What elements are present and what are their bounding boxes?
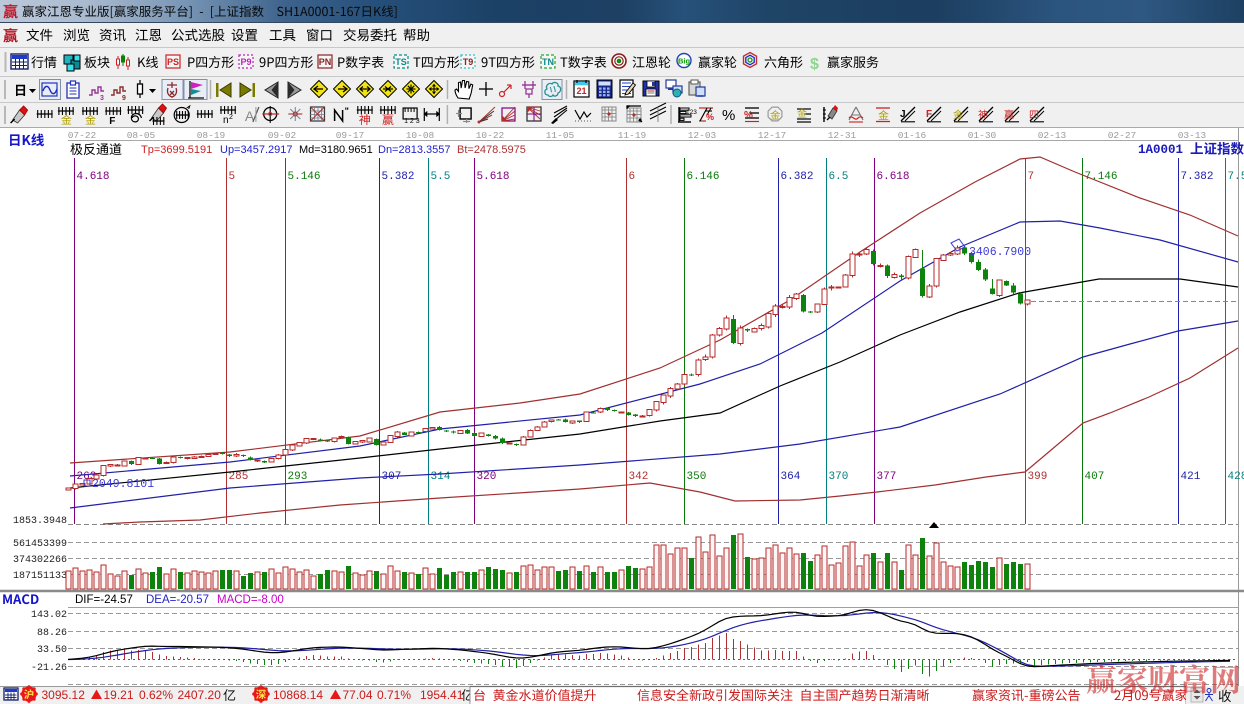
svg-text:Md=3180.9651: Md=3180.9651: [299, 144, 373, 156]
svg-text:6.146: 6.146: [687, 171, 720, 183]
svg-text:07-22: 07-22: [68, 130, 97, 141]
svg-text:02-13: 02-13: [1038, 130, 1067, 141]
svg-text:4.618: 4.618: [77, 171, 110, 183]
svg-text:374302266: 374302266: [13, 555, 67, 566]
svg-text:342: 342: [629, 471, 649, 483]
svg-text:01-16: 01-16: [898, 130, 927, 141]
svg-text:MACD=-8.00: MACD=-8.00: [217, 594, 284, 606]
svg-text:7.5: 7.5: [1228, 171, 1244, 183]
svg-text:6: 6: [629, 171, 636, 183]
svg-text:7.382: 7.382: [1181, 171, 1214, 183]
svg-text:n: n: [223, 115, 229, 126]
svg-text:407: 407: [1085, 471, 1105, 483]
svg-text:12-03: 12-03: [688, 130, 717, 141]
svg-text:-21.26: -21.26: [31, 663, 67, 674]
svg-text:%: %: [744, 110, 753, 121]
svg-text:364: 364: [781, 471, 801, 483]
svg-text:%: %: [706, 112, 714, 122]
svg-text:3406.7900: 3406.7900: [969, 246, 1031, 259]
svg-text:10868.14: 10868.14: [273, 688, 323, 702]
svg-text:1853.3948: 1853.3948: [13, 516, 67, 527]
svg-text:0.71%: 0.71%: [377, 688, 411, 702]
svg-text:7.146: 7.146: [1085, 171, 1118, 183]
svg-text:88.26: 88.26: [37, 628, 67, 639]
svg-text:TS: TS: [395, 57, 407, 67]
svg-text:421: 421: [1181, 471, 1201, 483]
svg-text:F: F: [926, 109, 932, 120]
svg-text:1 2 3: 1 2 3: [404, 118, 420, 125]
svg-text:PS: PS: [167, 57, 179, 67]
svg-text:Dn=2813.3557: Dn=2813.3557: [378, 144, 450, 156]
svg-text:11-05: 11-05: [546, 130, 575, 141]
svg-text:2407.20: 2407.20: [178, 688, 222, 702]
svg-text:09-02: 09-02: [268, 130, 297, 141]
svg-text:3: 3: [100, 95, 104, 102]
svg-text:PN: PN: [319, 57, 332, 67]
svg-text:7: 7: [1028, 171, 1035, 183]
svg-text:%: %: [722, 107, 735, 124]
svg-text:143.02: 143.02: [31, 610, 67, 621]
svg-text:5.146: 5.146: [288, 171, 321, 183]
svg-text:1954.41: 1954.41: [420, 688, 464, 702]
svg-text:77.04: 77.04: [343, 688, 373, 702]
svg-text:11-19: 11-19: [618, 130, 647, 141]
svg-text:": ": [345, 106, 349, 116]
svg-text:6.5: 6.5: [829, 171, 849, 183]
svg-text:J: J: [900, 109, 906, 120]
svg-text:293: 293: [288, 471, 308, 483]
svg-text:Big: Big: [678, 57, 691, 66]
svg-text:02-27: 02-27: [1108, 130, 1137, 141]
svg-text:314: 314: [431, 471, 451, 483]
svg-text:6.618: 6.618: [877, 171, 910, 183]
svg-text:2049.8101: 2049.8101: [92, 478, 154, 491]
svg-text:Tp=3699.5191: Tp=3699.5191: [141, 144, 212, 156]
svg-text:1A0001: 1A0001: [1138, 143, 1183, 157]
svg-text:08-05: 08-05: [127, 130, 156, 141]
svg-text:5.5: 5.5: [431, 171, 451, 183]
svg-text:370: 370: [829, 471, 849, 483]
svg-text:TN: TN: [542, 57, 554, 67]
svg-text:09-17: 09-17: [336, 130, 365, 141]
svg-text:DEA=-20.57: DEA=-20.57: [146, 594, 209, 606]
svg-text:10-22: 10-22: [476, 130, 505, 141]
svg-text:P9: P9: [240, 57, 251, 67]
svg-text:5: 5: [229, 171, 236, 183]
svg-text:33.50: 33.50: [37, 645, 67, 656]
svg-text:5.382: 5.382: [382, 171, 415, 183]
svg-text:2: 2: [229, 114, 233, 121]
svg-text:12-17: 12-17: [758, 130, 787, 141]
svg-text:0.62%: 0.62%: [139, 688, 173, 702]
svg-text:320: 320: [477, 471, 497, 483]
svg-text:285: 285: [229, 471, 249, 483]
svg-text:428: 428: [1228, 471, 1244, 483]
svg-text:T9: T9: [463, 57, 474, 67]
svg-text:21: 21: [576, 86, 586, 96]
svg-text:03-13: 03-13: [1178, 130, 1207, 141]
svg-text:123: 123: [686, 109, 697, 116]
svg-text:377: 377: [877, 471, 897, 483]
svg-text:19.21: 19.21: [104, 688, 134, 702]
svg-text:Bt=2478.5975: Bt=2478.5975: [457, 144, 526, 156]
svg-text:6.382: 6.382: [781, 171, 814, 183]
svg-text:399: 399: [1028, 471, 1048, 483]
svg-text:Up=3457.2917: Up=3457.2917: [220, 144, 292, 156]
svg-text:12-31: 12-31: [828, 130, 857, 141]
svg-text:187151133: 187151133: [13, 571, 67, 582]
svg-text:9: 9: [122, 95, 126, 102]
svg-text:F: F: [109, 116, 115, 127]
svg-text:5.618: 5.618: [477, 171, 510, 183]
svg-text:$: $: [810, 56, 819, 73]
svg-text:10-08: 10-08: [406, 130, 435, 141]
svg-text:DIF=-24.57: DIF=-24.57: [75, 594, 133, 606]
svg-text:350: 350: [687, 471, 707, 483]
svg-text:01-30: 01-30: [968, 130, 997, 141]
svg-text:08-19: 08-19: [197, 130, 226, 141]
svg-text:561453399: 561453399: [13, 539, 67, 550]
svg-text:3095.12: 3095.12: [42, 688, 86, 702]
